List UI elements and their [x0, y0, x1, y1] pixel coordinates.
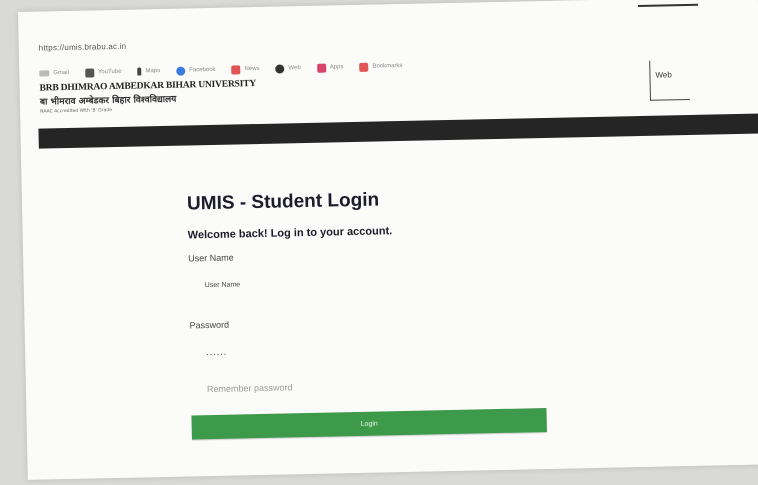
login-button[interactable]: Login: [191, 408, 547, 440]
bookmark-item[interactable]: Gmail: [39, 70, 69, 77]
bookmark-item[interactable]: Bookmarks: [359, 61, 403, 72]
main-navbar: [38, 113, 758, 149]
bookmark-label: Facebook: [189, 66, 216, 74]
bookmark-label: News: [244, 65, 260, 73]
welcome-text: Welcome back! Log in to your account.: [187, 225, 393, 242]
bookmark-label: YouTube: [97, 68, 122, 76]
username-label: User Name: [188, 252, 234, 264]
news-icon: [231, 64, 241, 75]
bookmark-label: Apps: [329, 64, 344, 71]
page-title: UMIS - Student Login: [186, 189, 380, 215]
bookmark-label: Maps: [145, 68, 161, 75]
remember-password-checkbox[interactable]: Remember password: [207, 377, 551, 394]
globe-icon: [176, 66, 186, 76]
bookmark-item[interactable]: Facebook: [176, 65, 216, 76]
n-icon: [84, 67, 95, 78]
web-label: Web: [655, 70, 672, 80]
bookmark-item[interactable]: Maps: [137, 67, 161, 76]
address-bar[interactable]: https://umis.brabu.ac.in: [39, 42, 127, 53]
apps-icon: [316, 63, 326, 73]
university-logo[interactable]: BRB DHIMRAO AMBEDKAR BIHAR UNIVERSITY बा…: [40, 79, 257, 115]
bookmark-icon: [359, 62, 369, 72]
browser-window: https://umis.brabu.ac.in Gmail YouTube M…: [18, 0, 758, 480]
bookmark-item[interactable]: News: [231, 64, 260, 75]
mail-icon: [39, 70, 50, 77]
bookmark-item[interactable]: YouTube: [84, 67, 122, 78]
bookmark-item[interactable]: Apps: [316, 63, 344, 73]
username-input[interactable]: [204, 273, 525, 291]
bookmark-label: Bookmarks: [372, 62, 403, 70]
bookmark-label: Gmail: [53, 69, 70, 77]
login-form: UMIS - Student Login Welcome back! Log i…: [186, 186, 552, 440]
bookmark-item[interactable]: Web: [275, 63, 301, 74]
web-icon: [275, 63, 285, 74]
bookmark-label: Web: [288, 65, 301, 72]
web-link-box[interactable]: Web: [649, 59, 690, 101]
password-label: Password: [189, 319, 230, 331]
password-input[interactable]: ......: [206, 340, 526, 357]
window-edge: [637, 3, 699, 8]
pin-icon: [137, 67, 142, 76]
